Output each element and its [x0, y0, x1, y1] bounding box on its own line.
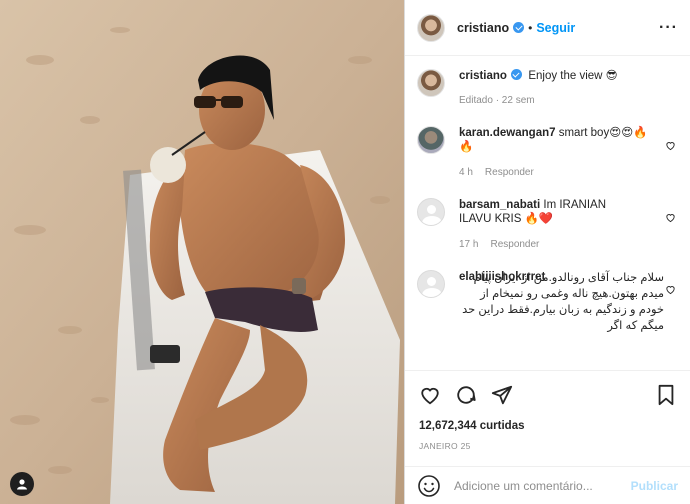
verified-badge-icon: [510, 69, 522, 80]
caption-text: Enjoy the view 😎: [528, 70, 618, 82]
tagged-user-icon[interactable]: [10, 472, 34, 496]
follow-button[interactable]: Seguir: [536, 21, 575, 35]
post-photo[interactable]: [0, 0, 404, 504]
comment-meta: 4 h Responder: [459, 166, 664, 180]
comment-time[interactable]: 17 h: [459, 239, 478, 250]
comment-time[interactable]: 4 h: [459, 167, 473, 178]
author-avatar[interactable]: [417, 69, 445, 97]
post-details-panel: cristiano • Seguir ··· cristiano Enjoy t…: [404, 0, 690, 504]
comment-like-icon[interactable]: [665, 140, 676, 151]
post-date[interactable]: JANEIRO 25: [419, 441, 676, 451]
comment-username[interactable]: barsam_nabati: [459, 199, 540, 211]
author-username[interactable]: cristiano: [457, 21, 509, 35]
commenter-avatar[interactable]: [417, 198, 445, 226]
author-avatar[interactable]: [417, 13, 445, 42]
emoji-icon[interactable]: [417, 474, 441, 498]
post-actions: 12,672,344 curtidas JANEIRO 25: [405, 370, 690, 451]
comment-meta: 17 h Responder: [459, 238, 664, 252]
like-heart-icon[interactable]: [419, 384, 441, 406]
header-separator: •: [528, 20, 533, 35]
comment-item: barsam_nabati Im IRANIAN ILAVU KRIS 🔥❤️ …: [417, 198, 678, 252]
add-comment-bar: Adicione um comentário... Publicar: [405, 466, 690, 504]
comment-username[interactable]: karan.dewangan7: [459, 127, 556, 139]
comment-bubble-icon[interactable]: [455, 384, 477, 406]
post-header: cristiano • Seguir ···: [405, 0, 690, 56]
comment-item: karan.dewangan7 smart boy😍😍🔥🔥 4 h Respond…: [417, 126, 678, 180]
caption-username[interactable]: cristiano: [459, 70, 507, 82]
beach-photo-illustration: [0, 0, 404, 504]
commenter-avatar[interactable]: [417, 270, 445, 298]
verified-badge-icon: [513, 22, 525, 33]
likes-count[interactable]: 12,672,344 curtidas: [419, 420, 676, 432]
caption-item: cristiano Enjoy the view 😎 Editado · 22 …: [417, 69, 678, 108]
publish-button[interactable]: Publicar: [631, 479, 678, 493]
comment-item: elahiiiishokrrret سلام جناب آقای رونالدو…: [417, 270, 678, 334]
comments-list[interactable]: cristiano Enjoy the view 😎 Editado · 22 …: [405, 57, 690, 370]
reply-button[interactable]: Responder: [485, 167, 534, 178]
comment-input[interactable]: Adicione um comentário...: [454, 479, 593, 493]
share-send-icon[interactable]: [491, 384, 513, 406]
reply-button[interactable]: Responder: [490, 239, 539, 250]
more-options-icon[interactable]: ···: [659, 19, 678, 37]
bookmark-save-icon[interactable]: [656, 384, 676, 406]
comment-like-icon[interactable]: [665, 212, 676, 223]
commenter-avatar[interactable]: [417, 126, 445, 154]
comment-text: سلام جناب آقای رونالدو.من از ایران پیام …: [462, 272, 664, 332]
caption-meta: Editado · 22 sem: [459, 95, 535, 106]
comment-like-icon[interactable]: [665, 284, 676, 295]
